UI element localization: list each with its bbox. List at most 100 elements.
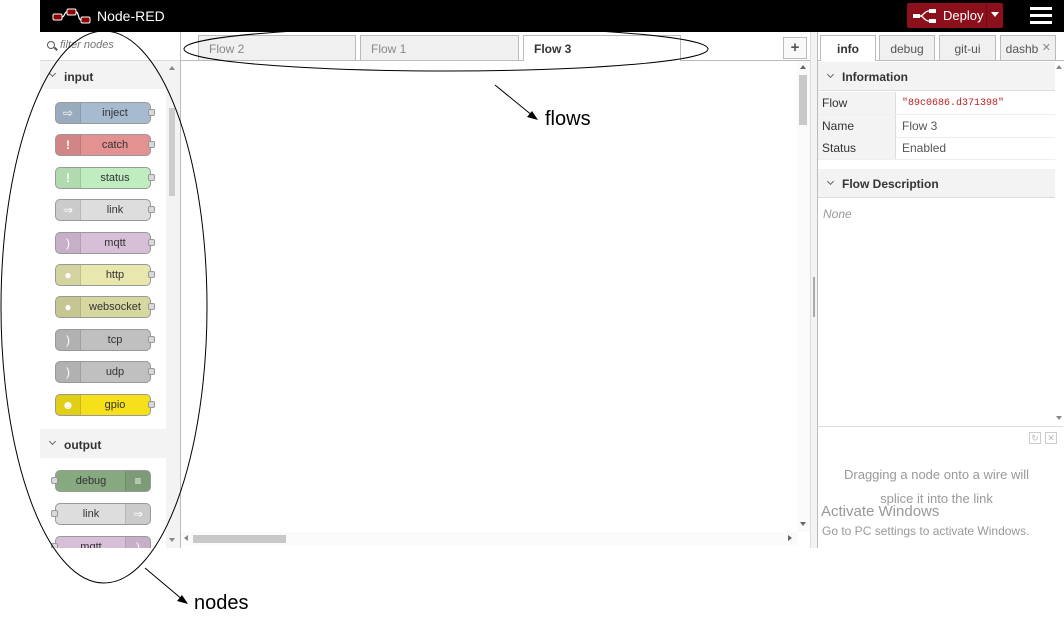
add-flow-button[interactable]: + [783, 37, 807, 59]
scroll-right-arrow-icon[interactable] [788, 535, 792, 541]
section-title: Flow Description [842, 177, 939, 191]
tab-debug[interactable]: debug [879, 35, 935, 60]
scroll-up-arrow-icon[interactable] [169, 66, 175, 70]
scroll-left-arrow-icon[interactable] [184, 535, 188, 541]
tab-git-ui[interactable]: git-ui [939, 35, 996, 60]
sidebar-scrollbar[interactable] [1055, 60, 1063, 426]
globe-icon: ● [56, 297, 81, 317]
info-value: Enabled [902, 141, 947, 155]
chevron-down-icon [826, 70, 835, 79]
palette-node-link-in[interactable]: ⇒ link [55, 199, 155, 221]
canvas-vertical-scrollbar[interactable] [797, 61, 810, 532]
workspace: Flow 2 Flow 1 Flow 3 + [181, 32, 810, 548]
info-key: Flow [818, 92, 896, 114]
canvas-horizontal-scrollbar[interactable] [181, 532, 797, 545]
arrow-in-icon: ⇨ [56, 103, 81, 123]
node-label: link [106, 204, 124, 216]
tab-dashboard[interactable]: dashb ✕ [1000, 35, 1056, 60]
link-in-icon: ⇒ [56, 200, 81, 220]
splitter-grip[interactable] [813, 277, 815, 317]
output-port [148, 206, 155, 213]
palette-node-mqtt-in[interactable]: ) mqtt [55, 232, 155, 254]
deploy-options-caret-icon[interactable] [991, 12, 999, 17]
tab-flow-2[interactable]: Flow 2 [198, 35, 356, 60]
scroll-down-arrow-icon[interactable] [800, 522, 806, 526]
node-label: catch [101, 139, 129, 151]
scrollbar-thumb[interactable] [169, 108, 175, 196]
palette-node-websocket-in[interactable]: ● websocket [55, 296, 155, 318]
scroll-up-arrow-icon[interactable] [800, 65, 806, 69]
palette-node-debug[interactable]: debug ≡ [51, 470, 151, 492]
chevron-down-icon [826, 177, 835, 186]
palette-node-tcp-in[interactable]: ) tcp [55, 329, 155, 351]
tab-label: Flow 2 [209, 42, 245, 56]
nodes-annotation-label: nodes [194, 592, 249, 614]
palette-node-inject[interactable]: ⇨ inject [55, 102, 155, 124]
tab-label: Flow 1 [371, 42, 407, 56]
output-port [148, 303, 155, 310]
alert-icon: ! [56, 168, 81, 188]
info-key: Name [818, 115, 896, 137]
palette-node-gpio-in[interactable]: ☻ gpio [55, 394, 155, 416]
chevron-down-icon [48, 69, 57, 78]
flow-tabs: Flow 2 Flow 1 Flow 3 + [181, 32, 810, 61]
flows-annotation-label: flows [545, 108, 591, 130]
node-label: websocket [89, 301, 141, 313]
palette-node-http-in[interactable]: ● http [55, 264, 155, 286]
palette-filter [40, 32, 180, 61]
close-icon[interactable]: ✕ [1045, 432, 1057, 444]
deploy-separator [986, 3, 987, 28]
flow-canvas[interactable] [181, 61, 797, 532]
node-label: http [105, 269, 125, 281]
information-section-header[interactable]: Information [818, 62, 1055, 91]
scrollbar-thumb[interactable] [799, 75, 807, 125]
palette-node-link-out[interactable]: link ⇒ [51, 503, 151, 525]
alert-icon: ! [56, 135, 81, 155]
node-palette: input ⇨ inject ! catch ! status ⇒ link )… [40, 32, 181, 548]
node-label: gpio [104, 399, 126, 411]
bridge-icon: ) [125, 537, 150, 548]
category-label: output [64, 438, 102, 452]
tab-label: info [837, 42, 859, 56]
filter-nodes-input[interactable] [58, 38, 172, 52]
palette-category-input[interactable]: input [40, 63, 166, 89]
info-key: Status [818, 137, 896, 159]
windows-watermark-title: Activate Windows [821, 503, 940, 520]
deploy-button[interactable]: Deploy [907, 3, 1003, 28]
palette-category-output[interactable]: output [40, 431, 166, 457]
tab-flow-1[interactable]: Flow 1 [360, 35, 519, 60]
bridge-icon: ) [56, 362, 81, 382]
tab-label: dashb [1005, 42, 1039, 56]
link-out-icon: ⇒ [125, 504, 150, 524]
scroll-down-arrow-icon[interactable] [169, 538, 175, 542]
scroll-down-arrow-icon[interactable] [1056, 416, 1062, 420]
info-row-status: Status Enabled [818, 137, 1055, 160]
node-label: inject [102, 107, 128, 119]
info-row-name: Name Flow 3 [818, 115, 1055, 138]
palette-node-status[interactable]: ! status [55, 167, 155, 189]
tab-label: git-ui [954, 42, 981, 56]
output-port [148, 174, 155, 181]
palette-scrollbar[interactable] [168, 64, 176, 544]
palette-node-mqtt-out[interactable]: mqtt ) [51, 536, 151, 548]
info-value[interactable]: "89c0686.d371398" [902, 98, 1004, 109]
sidebar: info debug git-ui dashb ✕ Information Fl… [817, 32, 1064, 549]
refresh-icon[interactable]: ↻ [1029, 432, 1041, 444]
close-icon[interactable]: ✕ [1042, 41, 1051, 54]
palette-node-udp-in[interactable]: ) udp [55, 361, 155, 383]
tab-info[interactable]: info [820, 35, 876, 61]
flow-description-section-header[interactable]: Flow Description [818, 169, 1055, 198]
nodes-annotation-arrow [144, 567, 184, 601]
info-row-flow: Flow "89c0686.d371398" [818, 92, 1055, 115]
palette-node-catch[interactable]: ! catch [55, 134, 155, 156]
nodes-annotation-arrowhead [177, 595, 188, 604]
windows-watermark-subtitle: Go to PC settings to activate Windows. [822, 524, 1030, 538]
tab-flow-3[interactable]: Flow 3 [523, 35, 681, 61]
scrollbar-thumb[interactable] [193, 535, 286, 543]
scroll-up-arrow-icon[interactable] [1056, 65, 1062, 69]
main-menu-hamburger-icon[interactable] [1030, 7, 1052, 25]
debug-list-icon: ≡ [125, 471, 150, 491]
output-port [148, 109, 155, 116]
node-label: udp [105, 366, 125, 378]
node-label: mqtt [104, 237, 126, 249]
